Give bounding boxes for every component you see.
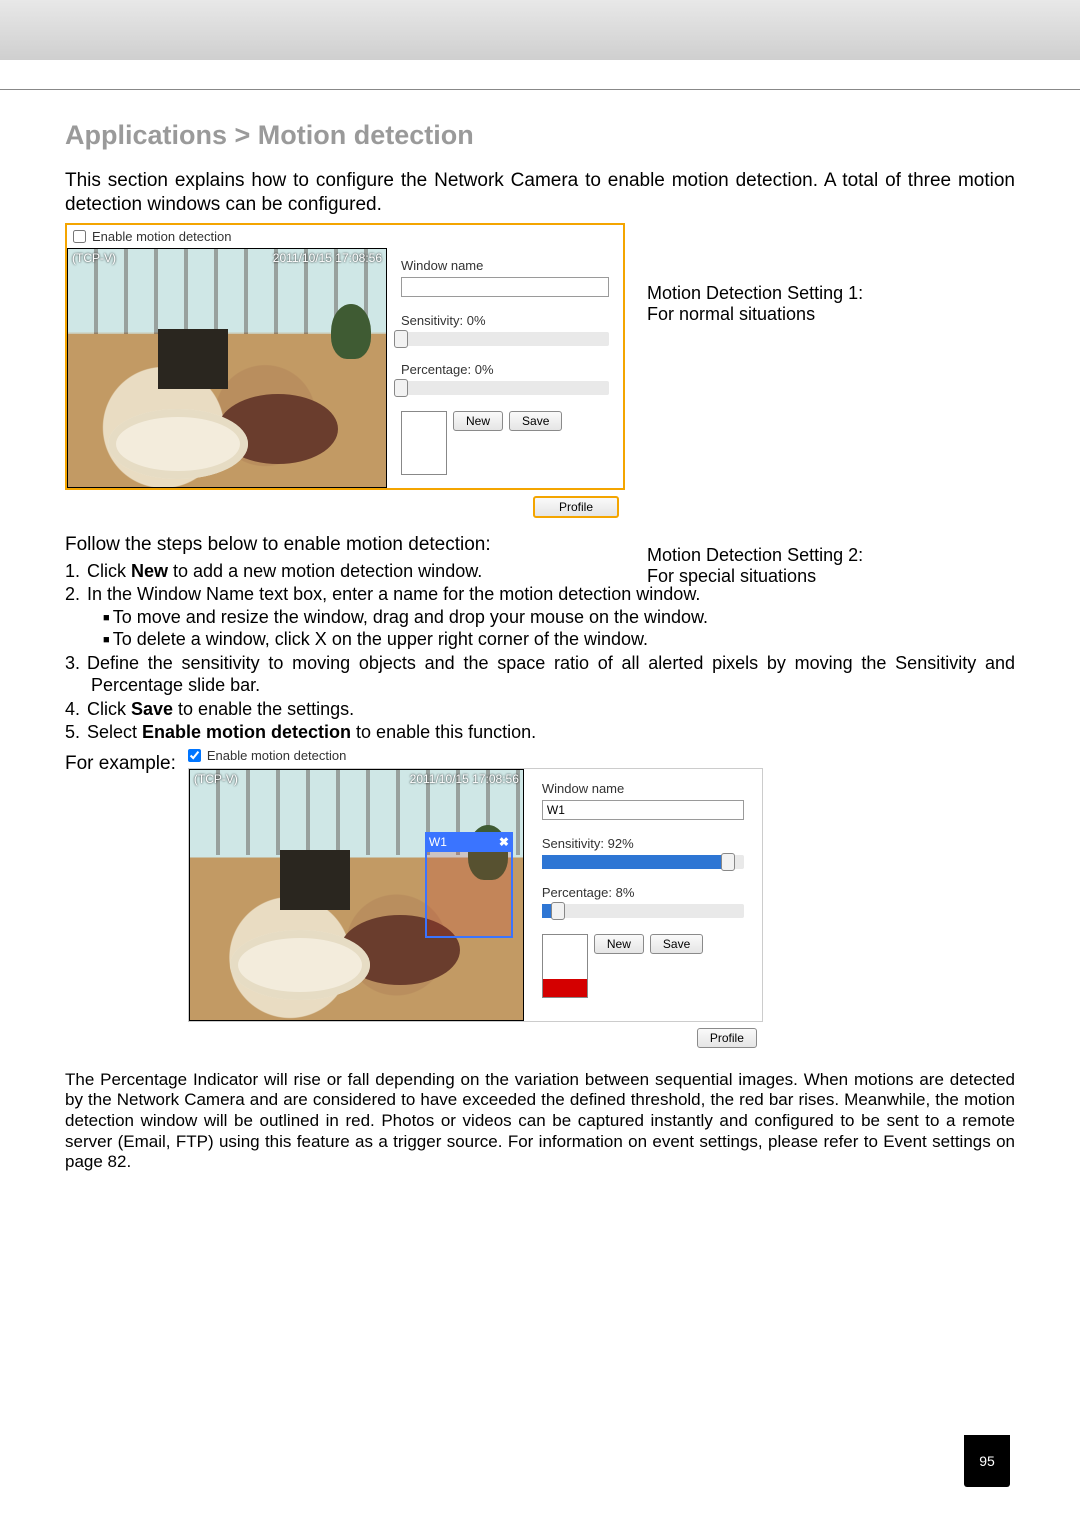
enable-motion-checkbox-row-2[interactable]: Enable motion detection <box>188 745 763 768</box>
motion-panel-1: Enable motion detection (TCP-V) 2011/10/… <box>65 223 625 490</box>
header-rule <box>0 60 1080 90</box>
enable-motion-checkbox[interactable] <box>73 230 86 243</box>
sofa-2 <box>230 930 370 1000</box>
page-number: 95 <box>979 1453 995 1469</box>
enable-motion-label: Enable motion detection <box>92 229 231 244</box>
save-button[interactable]: Save <box>509 411 562 431</box>
enable-motion-checkbox-2[interactable] <box>188 749 201 762</box>
controls-2: Window name Sensitivity: 92% Percentage: <box>524 769 762 1021</box>
new-button-2[interactable]: New <box>594 934 644 954</box>
caption-setting-2-line1: Motion Detection Setting 2: <box>647 545 863 566</box>
step-3: 3.Define the sensitivity to moving objec… <box>65 652 1015 697</box>
caption-setting-1-line1: Motion Detection Setting 1: <box>647 283 863 304</box>
caption-setting-2: Motion Detection Setting 2: For special … <box>647 545 863 587</box>
page-title: Applications > Motion detection <box>65 120 1015 151</box>
osd-left: (TCP-V) <box>72 251 116 265</box>
profile-button[interactable]: Profile <box>533 496 619 518</box>
window-name-input-2[interactable] <box>542 800 744 820</box>
percentage-slider[interactable] <box>401 381 609 395</box>
osd-right-2: 2011/10/15 17:08:56 <box>410 772 519 786</box>
motion-window-w1[interactable]: W1 ✖ <box>425 850 513 938</box>
enable-motion-label-2: Enable motion detection <box>207 748 346 763</box>
profile-row-2: Profile <box>188 1022 763 1054</box>
sensitivity-slider[interactable] <box>401 332 609 346</box>
plant <box>331 304 371 359</box>
enable-motion-checkbox-row[interactable]: Enable motion detection <box>67 225 623 248</box>
fireplace <box>158 329 228 389</box>
for-example-label: For example: <box>65 753 176 775</box>
step-2: 2.In the Window Name text box, enter a n… <box>65 583 1015 651</box>
caption-setting-2-line2: For special situations <box>647 566 863 587</box>
captions-column: Motion Detection Setting 1: For normal s… <box>625 223 863 367</box>
step-2-sub-1: To move and resize the window, drag and … <box>65 606 1015 629</box>
close-icon[interactable]: ✖ <box>499 835 509 849</box>
window-name-input[interactable] <box>401 277 609 297</box>
page-number-tab: 95 <box>964 1435 1010 1487</box>
fireplace-2 <box>280 850 350 910</box>
percentage-slider-2[interactable] <box>542 904 744 918</box>
motion-window-name: W1 <box>429 835 447 849</box>
sensitivity-label: Sensitivity: 0% <box>401 313 609 328</box>
motion-panel-example: (TCP-V) 2011/10/15 17:08:56 W1 ✖ Window … <box>188 768 763 1022</box>
percentage-indicator-2 <box>542 934 588 998</box>
setting1-row: Enable motion detection (TCP-V) 2011/10/… <box>65 223 1015 524</box>
panel1-body: (TCP-V) 2011/10/15 17:08:56 Window name … <box>67 248 623 488</box>
new-button[interactable]: New <box>453 411 503 431</box>
sensitivity-slider-2[interactable] <box>542 855 744 869</box>
intro-paragraph: This section explains how to configure t… <box>65 169 1015 217</box>
step-4: 4.Click Save to enable the settings. <box>65 698 1015 721</box>
steps-list: 1.Click New to add a new motion detectio… <box>65 560 1015 744</box>
camera-view-1[interactable]: (TCP-V) 2011/10/15 17:08:56 <box>67 248 387 488</box>
page-content: Applications > Motion detection This sec… <box>0 90 1080 1173</box>
header-gradient <box>0 0 1080 60</box>
sensitivity-label-2: Sensitivity: 92% <box>542 836 744 851</box>
caption-setting-1-line2: For normal situations <box>647 304 863 325</box>
step-2-sub-2: To delete a window, click X on the upper… <box>65 628 1015 651</box>
controls-1: Window name Sensitivity: 0% Percentage: … <box>387 248 623 488</box>
sofa <box>108 409 248 479</box>
percentage-indicator <box>401 411 447 475</box>
panel1-column: Enable motion detection (TCP-V) 2011/10/… <box>65 223 625 524</box>
percentage-label-2: Percentage: 8% <box>542 885 744 900</box>
profile-button-2[interactable]: Profile <box>697 1028 757 1048</box>
save-button-2[interactable]: Save <box>650 934 703 954</box>
window-name-label-2: Window name <box>542 781 744 796</box>
steps-intro: Follow the steps below to enable motion … <box>65 534 1015 556</box>
percentage-label: Percentage: 0% <box>401 362 609 377</box>
camera-view-2[interactable]: (TCP-V) 2011/10/15 17:08:56 W1 ✖ <box>189 769 524 1021</box>
caption-setting-1: Motion Detection Setting 1: For normal s… <box>647 283 863 325</box>
bottom-paragraph: The Percentage Indicator will rise or fa… <box>65 1070 1015 1174</box>
osd-right: 2011/10/15 17:08:56 <box>273 251 382 265</box>
motion-window-title-bar[interactable]: W1 ✖ <box>425 832 513 852</box>
window-name-label: Window name <box>401 258 609 273</box>
step-5: 5.Select Enable motion detection to enab… <box>65 721 1015 744</box>
profile-row-1: Profile <box>65 490 625 524</box>
step-1: 1.Click New to add a new motion detectio… <box>65 560 1015 583</box>
osd-left-2: (TCP-V) <box>194 772 238 786</box>
